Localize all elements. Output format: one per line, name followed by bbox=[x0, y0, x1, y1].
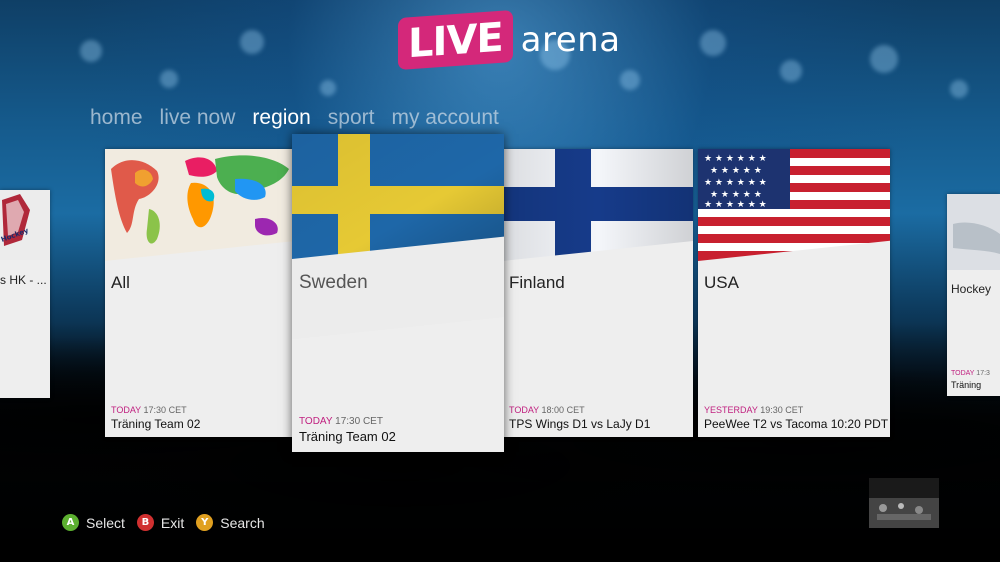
svg-text:★ ★ ★ ★ ★ ★: ★ ★ ★ ★ ★ ★ bbox=[704, 200, 767, 210]
card-time: 19:30 bbox=[760, 405, 783, 415]
card-event: TPS Wings D1 vs LaJy D1 bbox=[509, 417, 651, 431]
partial-card-right-day: TODAY bbox=[951, 370, 975, 377]
controller-hints: A Select B Exit Y Search bbox=[62, 514, 277, 531]
card-title: USA bbox=[704, 273, 739, 292]
region-card-sweden[interactable]: Sweden TODAY 17:30 CET Träning Team 02 bbox=[292, 134, 504, 452]
card-tz: CET bbox=[168, 405, 187, 415]
card-event: Träning Team 02 bbox=[299, 429, 396, 444]
b-button-icon: B bbox=[136, 514, 154, 531]
card-tz: CET bbox=[566, 405, 585, 415]
card-event: PeeWee T2 vs Tacoma 10:20 PDT bbox=[704, 417, 889, 431]
card-day: TODAY bbox=[111, 405, 142, 415]
y-button-icon: Y bbox=[196, 514, 214, 531]
partial-card-right-event: Träning bbox=[951, 380, 982, 390]
nav-my-account[interactable]: my account bbox=[391, 106, 498, 130]
logo-arena: arena bbox=[520, 20, 621, 60]
exit-hint[interactable]: B Exit bbox=[136, 514, 185, 531]
partial-card-right[interactable]: Hockey TODAY 17:3 Träning bbox=[947, 194, 1000, 396]
nav-region[interactable]: region bbox=[252, 106, 310, 130]
region-card-all[interactable]: All TODAY 17:30 CET Träning Team 02 bbox=[105, 149, 293, 437]
card-datetime: YESTERDAY 19:30 CET bbox=[704, 405, 803, 415]
main-nav: home live now region sport my account bbox=[90, 106, 499, 130]
partial-card-right-datetime: TODAY 17:3 bbox=[951, 370, 990, 377]
hockey-image-icon bbox=[947, 194, 1000, 270]
partial-card-right-time: 17:3 bbox=[976, 370, 990, 377]
card-datetime: TODAY 17:30 CET bbox=[299, 416, 383, 427]
logo-live: LIVE bbox=[398, 9, 513, 71]
nav-sport[interactable]: sport bbox=[328, 106, 375, 130]
card-tz: CET bbox=[362, 416, 383, 427]
card-title: Finland bbox=[509, 273, 565, 292]
partial-card-left-label: s HK - ... bbox=[0, 273, 47, 287]
svg-text:★ ★ ★ ★ ★: ★ ★ ★ ★ ★ bbox=[710, 166, 762, 176]
region-card-finland[interactable]: Finland TODAY 18:00 CET TPS Wings D1 vs … bbox=[503, 149, 693, 437]
select-label: Select bbox=[86, 514, 125, 531]
search-label: Search bbox=[220, 514, 265, 531]
card-time: 18:00 bbox=[541, 405, 565, 415]
card-datetime: TODAY 18:00 CET bbox=[509, 405, 585, 415]
svg-text:★ ★ ★ ★ ★ ★: ★ ★ ★ ★ ★ ★ bbox=[704, 178, 767, 188]
exit-label: Exit bbox=[160, 514, 185, 531]
card-title: Sweden bbox=[299, 272, 368, 293]
card-time: 17:30 bbox=[143, 405, 167, 415]
a-button-icon: A bbox=[62, 514, 79, 531]
card-day: TODAY bbox=[299, 416, 333, 427]
region-card-usa[interactable]: ★ ★ ★ ★ ★ ★ ★ ★ ★ ★ ★ ★ ★ ★ ★ ★ ★ ★ ★ ★ … bbox=[698, 149, 890, 437]
card-time: 17:30 bbox=[335, 416, 361, 427]
video-preview-thumbnail[interactable] bbox=[869, 478, 939, 528]
nav-live-now[interactable]: live now bbox=[160, 106, 236, 130]
hockey-crest-icon: Hockey bbox=[0, 190, 50, 260]
partial-card-right-title: Hockey bbox=[951, 282, 992, 296]
svg-text:★ ★ ★ ★ ★: ★ ★ ★ ★ ★ bbox=[710, 190, 762, 200]
live-arena-logo: LIVE arena bbox=[398, 9, 621, 71]
card-day: YESTERDAY bbox=[704, 405, 758, 415]
card-title: All bbox=[111, 273, 130, 292]
svg-text:★ ★ ★ ★ ★ ★: ★ ★ ★ ★ ★ ★ bbox=[704, 154, 767, 164]
card-day: TODAY bbox=[509, 405, 540, 415]
select-hint[interactable]: A Select bbox=[62, 514, 125, 531]
nav-home[interactable]: home bbox=[90, 106, 143, 130]
card-datetime: TODAY 17:30 CET bbox=[111, 405, 187, 415]
card-tz: CET bbox=[785, 405, 804, 415]
search-hint[interactable]: Y Search bbox=[196, 514, 265, 531]
card-event: Träning Team 02 bbox=[111, 417, 201, 431]
partial-card-left[interactable]: Hockey s HK - ... bbox=[0, 190, 50, 398]
